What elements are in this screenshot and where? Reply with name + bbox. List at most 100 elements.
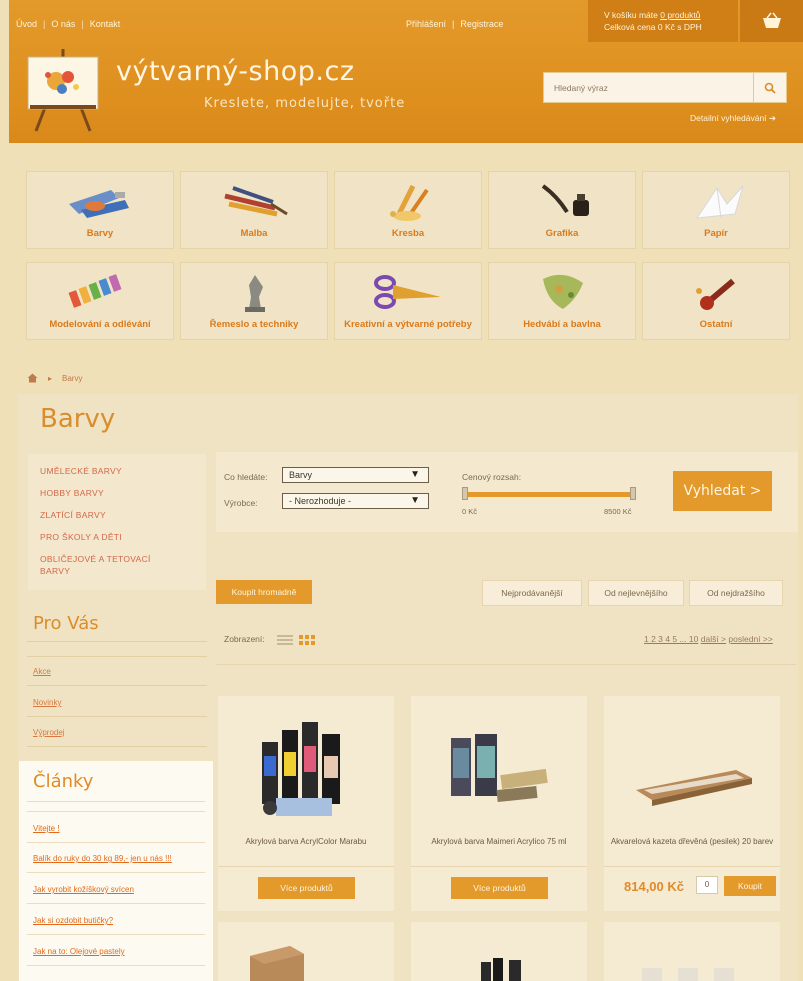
more-products-button[interactable]: Více produktů <box>451 877 548 899</box>
advanced-search-link[interactable]: Detailní vyhledávání ➔ <box>690 113 776 124</box>
subcategory-item[interactable]: HOBBY BARVY <box>40 488 104 498</box>
scissors-icon <box>374 275 441 309</box>
buy-button[interactable]: Koupit <box>724 876 776 896</box>
login-link[interactable]: Přihlášení <box>406 19 446 29</box>
cart-total: Celková cena 0 Kč s DPH <box>604 22 702 32</box>
maker-select[interactable]: - Nerozhoduje - ▼ <box>282 493 429 509</box>
article-link[interactable]: Jak vyrobit kožíškový svícen <box>33 885 134 894</box>
subcategory-item[interactable]: OBLIČEJOVÉ A TETOVACÍ <box>40 554 151 564</box>
bulk-buy-button[interactable]: Koupit hromadně <box>216 580 312 604</box>
basket-icon <box>762 12 781 28</box>
divider <box>411 866 587 867</box>
product-card[interactable] <box>411 922 587 981</box>
category-malba[interactable]: Malba <box>180 171 328 249</box>
divider <box>27 811 205 812</box>
maimeri-tubes-image <box>451 734 548 803</box>
watercolor-box-image <box>636 770 752 806</box>
category-label: Ostatní <box>699 319 733 330</box>
page-title: Barvy <box>40 404 116 434</box>
pencils-icon <box>390 184 429 221</box>
site-title[interactable]: výtvarný-shop.cz <box>116 56 355 87</box>
subcategory-item[interactable]: UMĚLECKÉ BARVY <box>40 466 122 476</box>
subcategory-item[interactable]: PRO ŠKOLY A DĚTI <box>40 532 122 542</box>
article-link[interactable]: Vitejte ! <box>33 824 60 833</box>
price-max-handle[interactable] <box>630 487 636 500</box>
category-label: Kresba <box>391 228 425 239</box>
link-akce[interactable]: Akce <box>33 667 51 676</box>
product-name[interactable]: Akrylová barva Maimeri Acrylico 75 ml <box>415 836 583 848</box>
nav-home-link[interactable]: Úvod <box>16 19 37 29</box>
category-ostatni[interactable]: Ostatní <box>642 262 790 340</box>
dropdown-arrow-icon: ▼ <box>410 495 420 506</box>
chess-knight-icon <box>245 275 265 312</box>
divider <box>27 842 205 843</box>
product-card[interactable] <box>218 922 394 981</box>
price-max-value: 8500 Kč <box>604 507 632 516</box>
next-page-link[interactable]: další > <box>701 634 726 644</box>
category-kreativni[interactable]: Kreativní a výtvarné potřeby <box>334 262 482 340</box>
subcategory-item[interactable]: ZLATÍCÍ BARVY <box>40 510 106 520</box>
easel-logo-icon <box>27 49 99 132</box>
article-link[interactable]: Balík do ruky do 30 kg 89,- jen u nás !!… <box>33 854 172 863</box>
divider <box>27 872 205 873</box>
product-name[interactable]: Akrylová barva AcrylColor Marabu <box>222 836 390 848</box>
link-vyprodej[interactable]: Výprodej <box>33 728 65 737</box>
wax-seal-icon <box>696 278 735 310</box>
cart-summary[interactable]: V košíku máte 0 produktů Celková cena 0 … <box>588 0 738 42</box>
sort-cheapest-button[interactable]: Od nejlevnějšího <box>588 580 684 606</box>
articles-title: Články <box>33 771 94 792</box>
divider <box>27 641 207 642</box>
cart-button[interactable] <box>740 0 803 42</box>
category-remeslo[interactable]: Řemeslo a techniky <box>180 262 328 340</box>
price-min-value: 0 Kč <box>462 507 478 516</box>
category-barvy[interactable]: Barvy <box>26 171 174 249</box>
product-card[interactable]: Akrylová barva AcrylColor Marabu Více pr… <box>218 696 394 911</box>
grid-view-icon[interactable] <box>299 634 316 645</box>
category-grafika[interactable]: Grafika <box>488 171 636 249</box>
article-link[interactable]: Jak na to: Olejové pastely <box>33 947 125 956</box>
divider <box>27 903 205 904</box>
search-button[interactable] <box>753 72 787 103</box>
view-label: Zobrazení: <box>224 634 265 644</box>
category-filter-label: Co hledáte: <box>224 472 268 482</box>
plasticine-icon <box>68 274 122 308</box>
category-hedvabi[interactable]: Hedvábí a bavlna <box>488 262 636 340</box>
product-card[interactable] <box>604 922 780 981</box>
subcategory-menu: UMĚLECKÉ BARVY HOBBY BARVY ZLATÍCÍ BARVY… <box>28 454 206 590</box>
cart-products-link[interactable]: 0 produktů <box>660 10 700 20</box>
filter-search-button[interactable]: Vyhledat > <box>673 471 772 511</box>
category-modelovani[interactable]: Modelování a odlévání <box>26 262 174 340</box>
page-links[interactable]: 1 2 3 4 5 ... 10 <box>644 634 698 644</box>
register-link[interactable]: Registrace <box>460 19 503 29</box>
article-link[interactable]: Jak si ozdobit butičky? <box>33 916 113 925</box>
category-select-value: Barvy <box>289 470 313 480</box>
product-name[interactable]: Akvarelová kazeta dřevěná (pesilek) 20 b… <box>608 836 776 848</box>
divider <box>218 866 394 867</box>
nav-about-link[interactable]: O nás <box>51 19 75 29</box>
price-min-handle[interactable] <box>462 487 468 500</box>
top-nav: Úvod | O nás | Kontakt <box>16 19 121 29</box>
product-card[interactable]: Akvarelová kazeta dřevěná (pesilek) 20 b… <box>604 696 780 911</box>
sort-expensive-button[interactable]: Od nejdražšího <box>689 580 783 606</box>
acrylic-tubes-image <box>262 722 340 816</box>
list-view-icon[interactable] <box>277 634 294 645</box>
product-card[interactable]: Akrylová barva Maimeri Acrylico 75 ml Ví… <box>411 696 587 911</box>
subcategory-item[interactable]: BARVY <box>40 566 70 576</box>
category-label: Grafika <box>545 228 579 239</box>
quantity-input[interactable]: 0 <box>696 876 718 894</box>
home-icon[interactable] <box>27 373 38 383</box>
brushes-icon <box>224 186 288 217</box>
sort-bestselling-button[interactable]: Nejprodávanější <box>482 580 582 606</box>
divider <box>27 685 207 686</box>
more-products-button[interactable]: Více produktů <box>258 877 355 899</box>
nav-contact-link[interactable]: Kontakt <box>90 19 121 29</box>
category-label: Řemeslo a techniky <box>209 319 299 330</box>
category-papir[interactable]: Papír <box>642 171 790 249</box>
last-page-link[interactable]: poslední >> <box>728 634 772 644</box>
price-range-track[interactable] <box>464 492 636 497</box>
category-label: Hedvábí a bavlna <box>523 319 601 330</box>
link-novinky[interactable]: Novinky <box>33 698 61 707</box>
category-select[interactable]: Barvy ▼ <box>282 467 429 483</box>
search-input[interactable]: Hledaný výraz <box>543 72 753 103</box>
category-kresba[interactable]: Kresba <box>334 171 482 249</box>
